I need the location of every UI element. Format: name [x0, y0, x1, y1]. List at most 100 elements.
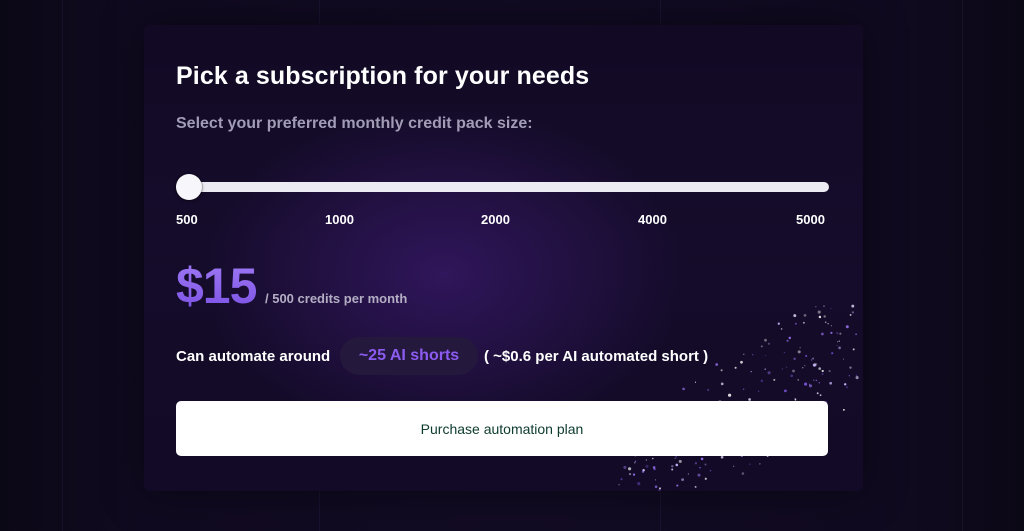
particle-dot [823, 305, 825, 307]
particle-dot [645, 464, 649, 468]
particle-dot [671, 465, 674, 468]
particle-dot [836, 331, 839, 335]
particle-decoration [618, 304, 859, 491]
background-line [62, 0, 63, 531]
particle-dot [830, 325, 833, 327]
particle-dot [845, 325, 849, 329]
particle-dot [823, 315, 826, 318]
particle-dot [728, 393, 732, 397]
particle-dot [815, 379, 818, 382]
particle-dot [810, 359, 813, 361]
particle-dot [720, 382, 724, 386]
particle-dot [687, 473, 690, 475]
particle-dot [632, 473, 636, 476]
particle-dot [819, 394, 822, 397]
particle-dot [654, 479, 656, 481]
particle-dot [652, 457, 654, 460]
particle-dot [836, 345, 838, 346]
particle-dot [805, 354, 808, 358]
particle-dot [845, 386, 848, 389]
particle-dot [813, 379, 815, 381]
particle-dot [623, 465, 627, 469]
particle-dot [784, 389, 787, 393]
particle-dot [618, 484, 620, 486]
particle-dot [675, 463, 679, 467]
particle-dot [709, 470, 712, 472]
slider-tick-500: 500 [176, 212, 198, 227]
particle-dot [808, 383, 811, 385]
particle-dot [658, 488, 661, 491]
particle-dot [634, 460, 637, 463]
particle-dot [804, 382, 808, 386]
particle-dot [818, 315, 822, 319]
purchase-plan-button[interactable]: Purchase automation plan [176, 401, 828, 456]
particle-dot [852, 348, 855, 351]
particle-dot [802, 321, 805, 324]
particle-dot [821, 332, 824, 336]
particle-dot [843, 383, 847, 386]
particle-dot [676, 484, 679, 487]
slider-tick-2000: 2000 [481, 212, 510, 227]
slider-tick-4000: 4000 [638, 212, 667, 227]
particle-dot [797, 350, 801, 354]
automation-row: Can automate around ~25 AI shorts ( ~$0.… [176, 337, 796, 375]
particle-dot [829, 381, 833, 385]
particle-dot [849, 366, 852, 369]
particle-dot [821, 373, 824, 376]
particle-dot [812, 363, 816, 367]
particle-dot [851, 311, 854, 314]
particle-dot [700, 457, 704, 461]
particle-dot [733, 465, 735, 467]
particle-dot [654, 485, 658, 489]
price-amount: $15 [176, 258, 257, 314]
particle-dot [818, 382, 820, 384]
particle-dot [808, 384, 813, 388]
particle-dot [637, 482, 641, 486]
particle-dot [817, 310, 821, 314]
slider-tick-5000: 5000 [796, 212, 825, 227]
card-title: Pick a subscription for your needs [176, 62, 590, 90]
particle-dot [794, 398, 797, 400]
particle-dot [802, 367, 804, 369]
particle-dot [671, 468, 674, 471]
particle-dot [838, 340, 840, 342]
slider-thumb[interactable] [176, 174, 202, 200]
particle-dot [694, 462, 698, 465]
particle-dot [830, 308, 832, 310]
particle-dot [741, 472, 745, 475]
price-period: / 500 credits per month [265, 291, 408, 306]
particle-dot [645, 459, 648, 461]
particle-dot [641, 470, 645, 474]
card-subtitle: Select your preferred monthly credit pac… [176, 115, 533, 132]
slider-track[interactable] [176, 182, 829, 192]
slider-tick-1000: 1000 [325, 212, 354, 227]
particle-dot [694, 485, 697, 488]
particle-dot [653, 467, 656, 471]
particle-dot [642, 469, 645, 472]
particle-dot [821, 369, 824, 373]
particle-dot [742, 388, 745, 390]
particle-dot [682, 387, 685, 391]
particle-dot [830, 331, 833, 335]
credit-pack-slider[interactable] [176, 172, 829, 202]
particle-dot [674, 457, 676, 459]
particle-dot [842, 358, 845, 360]
particle-dot [831, 352, 834, 355]
particle-dot [815, 305, 817, 308]
particle-dot [777, 322, 780, 325]
particle-dot [678, 459, 682, 463]
particle-dot [804, 365, 806, 367]
particle-dot [749, 463, 751, 465]
page: Pick a subscription for your needs Selec… [0, 0, 1024, 531]
particle-dot [628, 467, 632, 471]
particle-dot [799, 347, 801, 349]
particle-dot [818, 367, 821, 370]
particle-dot [704, 463, 707, 466]
particle-dot [634, 462, 636, 464]
particle-dot [720, 455, 724, 459]
particle-dot [816, 392, 819, 395]
subscription-card: Pick a subscription for your needs Selec… [144, 25, 863, 491]
particle-dot [849, 313, 852, 316]
particle-dot [855, 376, 859, 380]
particle-dot [758, 390, 760, 392]
